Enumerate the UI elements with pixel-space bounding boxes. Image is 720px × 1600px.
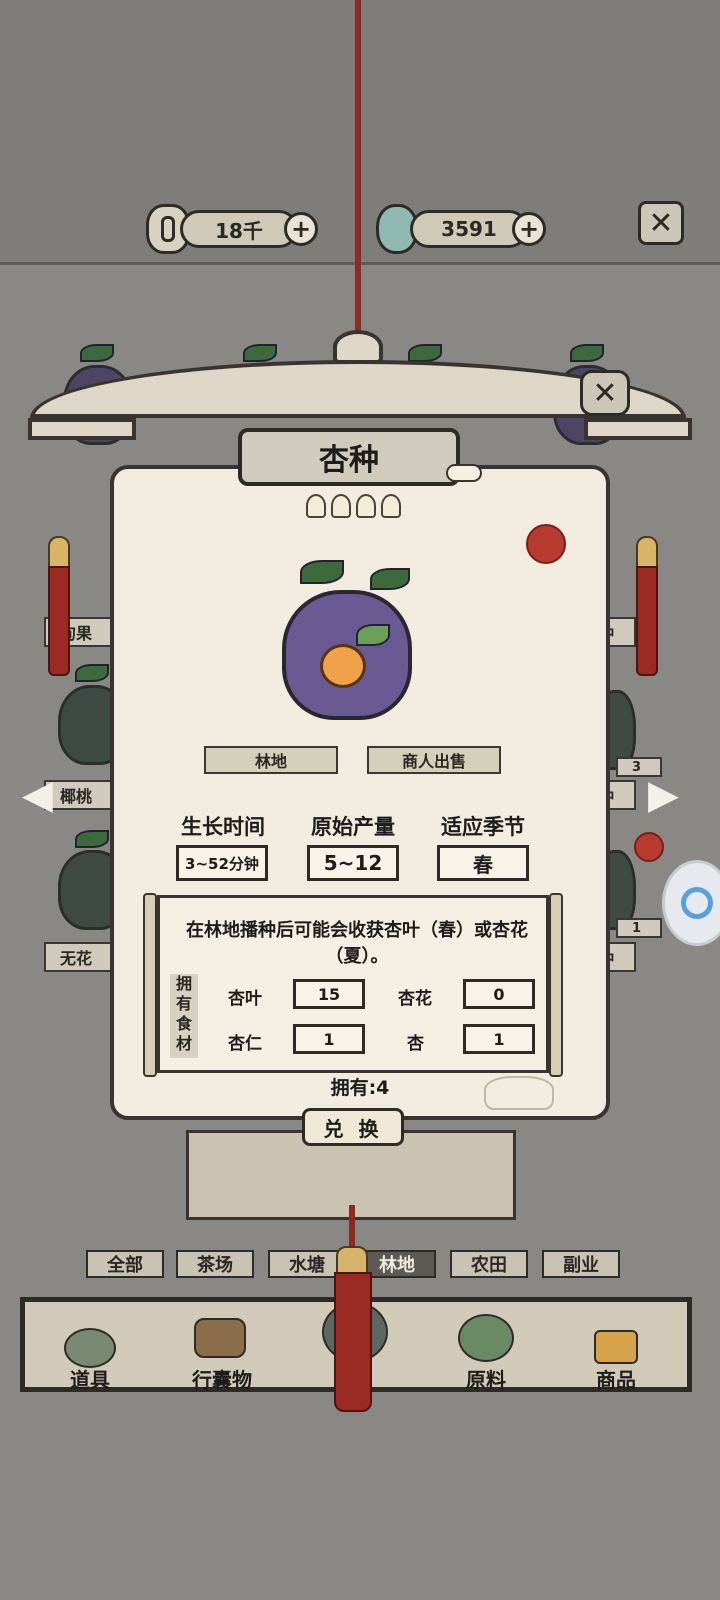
owned-count: 拥有:4 (330, 1077, 390, 1099)
category-tag: 林地 (204, 746, 338, 774)
ingredient-count: 1 (463, 1024, 535, 1054)
stat-label: 生长时间 (181, 815, 265, 839)
item-title: 杏种 (238, 428, 460, 486)
pot-icon[interactable] (64, 1328, 116, 1368)
star-icon (331, 494, 351, 518)
close-icon[interactable]: ✕ (580, 370, 630, 416)
add-coins-button[interactable]: + (284, 212, 318, 246)
roof-beam (28, 418, 136, 440)
ingredient-count: 15 (293, 979, 365, 1009)
leaf-icon (75, 664, 109, 682)
arrow-right-icon[interactable]: ▶ (648, 772, 679, 818)
leaf-icon[interactable] (458, 1314, 514, 1362)
robe-icon[interactable] (194, 1318, 246, 1358)
ingredient-name: 杏花 (398, 989, 432, 1009)
roof-beam (584, 418, 692, 440)
leaf-icon (300, 560, 344, 584)
growth-time-value: 3~52分钟 (176, 845, 268, 881)
filter-tab-all[interactable]: 全部 (86, 1250, 164, 1278)
filter-tab-farm[interactable]: 农田 (450, 1250, 528, 1278)
item-count-badge: 1 (616, 918, 662, 938)
nav-item-label[interactable]: 行囊物 (180, 1364, 264, 1393)
jade-amount: 3591 (410, 210, 528, 248)
ingredient-count: 0 (463, 979, 535, 1009)
roof-knob (333, 330, 383, 364)
stat-label: 适应季节 (441, 815, 525, 839)
season-value: 春 (437, 845, 529, 881)
nav-item-label[interactable]: 道具 (50, 1364, 130, 1393)
star-icon (306, 494, 326, 518)
exchange-button[interactable]: 兑 换 (302, 1108, 404, 1146)
star-icon (381, 494, 401, 518)
stat-label: 原始产量 (311, 815, 395, 839)
teapot-icon (484, 1076, 554, 1110)
add-jade-button[interactable]: + (512, 212, 546, 246)
leaf-icon (408, 344, 442, 362)
ingredients-header: 拥有食材 (170, 974, 198, 1058)
scroll-rod (143, 893, 157, 1077)
ingredient-name: 杏叶 (228, 989, 262, 1009)
star-icon (356, 494, 376, 518)
item-description: 在林地播种后可能会收获杏叶（春）或杏花（夏）。 (186, 920, 528, 967)
apricot-seed-bag-icon (282, 590, 412, 720)
floating-assistant-icon[interactable] (662, 860, 720, 946)
source-tag: 商人出售 (367, 746, 501, 774)
close-icon[interactable]: ✕ (638, 201, 684, 245)
leaf-icon (570, 344, 604, 362)
yield-value: 5~12 (307, 845, 399, 881)
leaf-icon (75, 830, 109, 848)
nav-item-label[interactable]: 原料 (446, 1364, 526, 1393)
cloud-icon (446, 464, 482, 482)
tassel (636, 566, 658, 676)
scroll-rod (549, 893, 563, 1077)
filter-tab-tea[interactable]: 茶场 (176, 1250, 254, 1278)
coin-amount: 18千 (180, 210, 298, 248)
tassel (334, 1272, 372, 1412)
seal-icon (634, 832, 664, 862)
ingredient-name: 杏 (407, 1034, 424, 1054)
leaf-icon (370, 568, 410, 590)
hanging-cord (355, 0, 361, 345)
nav-item-label[interactable]: 商品 (576, 1364, 656, 1393)
ingredient-name: 杏仁 (228, 1034, 262, 1054)
filter-tab-sideline[interactable]: 副业 (542, 1250, 620, 1278)
leaf-icon (243, 344, 277, 362)
arrow-left-icon[interactable]: ◀ (22, 772, 53, 818)
seal-icon (526, 524, 566, 564)
box-icon[interactable] (594, 1330, 638, 1364)
ingredient-count: 1 (293, 1024, 365, 1054)
leaf-icon (80, 344, 114, 362)
tassel (48, 566, 70, 676)
